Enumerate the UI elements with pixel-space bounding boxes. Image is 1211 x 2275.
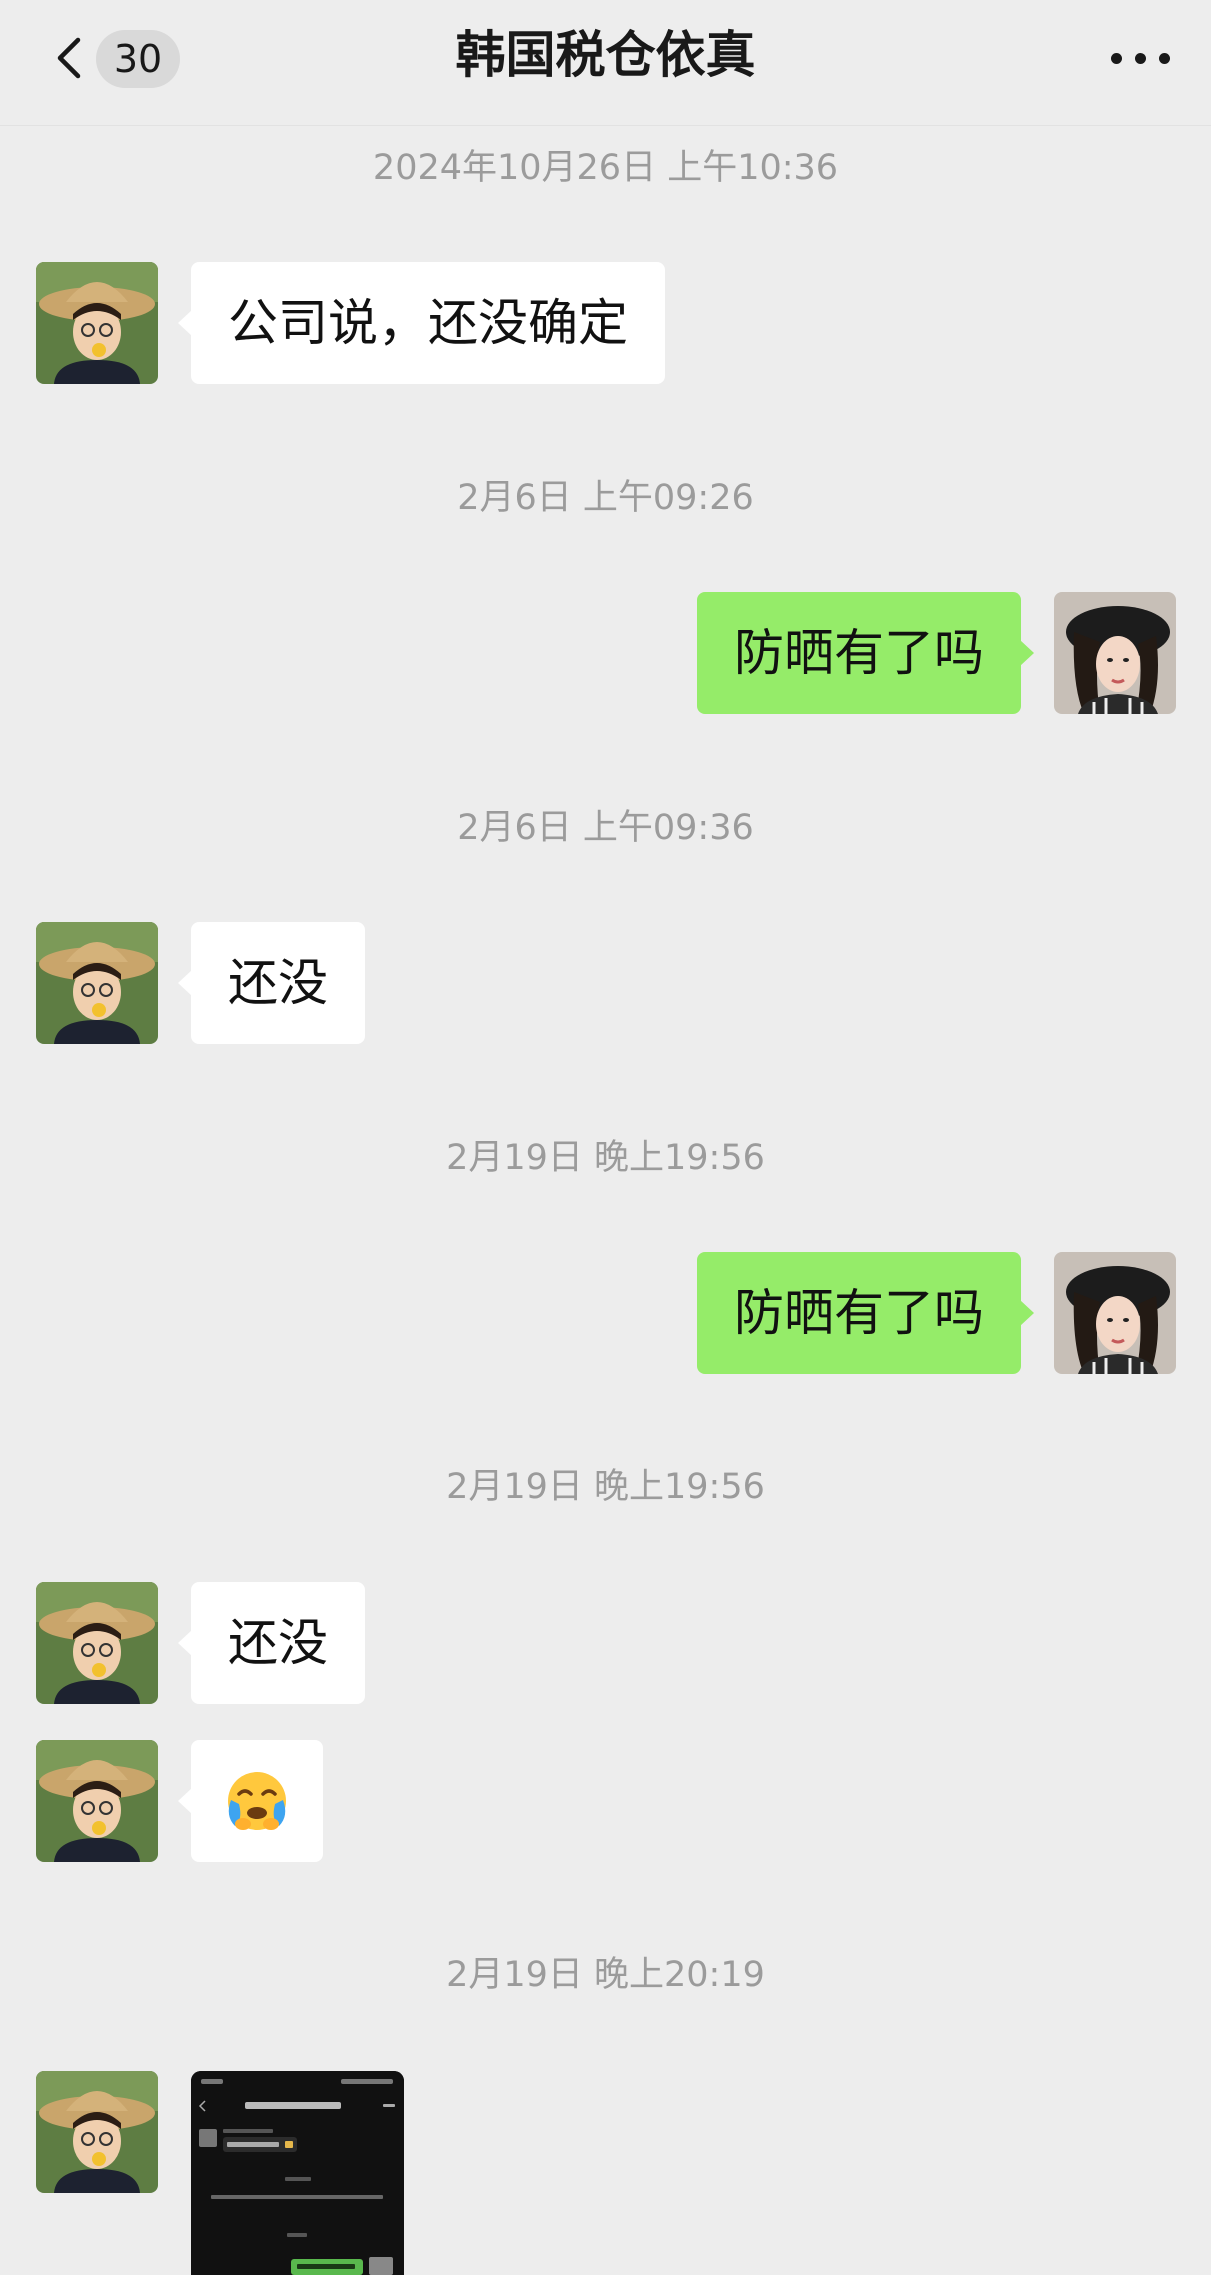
- incoming-sticker-bubble[interactable]: [178, 1740, 323, 1862]
- incoming-message-bubble[interactable]: 还没: [178, 1582, 365, 1704]
- my-avatar[interactable]: [1054, 1252, 1176, 1374]
- message-timestamp: 2月19日 晚上19:56: [446, 1467, 765, 1507]
- outgoing-message-bubble[interactable]: 防晒有了吗: [697, 592, 1034, 714]
- incoming-message-bubble[interactable]: 公司说，还没确定: [178, 262, 665, 384]
- more-horizontal-icon: [1111, 53, 1122, 64]
- contact-avatar[interactable]: [36, 922, 158, 1044]
- my-avatar[interactable]: [1054, 592, 1176, 714]
- message-timestamp: 2月6日 上午09:36: [457, 808, 754, 848]
- chat-title: 韩国税仓依真: [455, 26, 756, 84]
- chat-header: 30 韩国税仓依真: [0, 0, 1211, 126]
- message-timestamp: 2月19日 晚上19:56: [446, 1138, 765, 1178]
- outgoing-message-bubble[interactable]: 防晒有了吗: [697, 1252, 1034, 1374]
- more-options-button[interactable]: [1105, 30, 1175, 84]
- message-timestamp: 2024年10月26日 上午10:36: [372, 148, 839, 188]
- message-timestamp: 2月19日 晚上20:19: [446, 1955, 765, 1995]
- contact-avatar[interactable]: [36, 1582, 158, 1704]
- face-holding-back-tears-emoji: [228, 1772, 286, 1830]
- contact-avatar[interactable]: [36, 1740, 158, 1862]
- chat-screenshot-image: [191, 2071, 404, 2275]
- incoming-message-bubble[interactable]: 还没: [178, 922, 365, 1044]
- message-timestamp: 2月6日 上午09:26: [457, 478, 754, 518]
- contact-avatar[interactable]: [36, 262, 158, 384]
- contact-avatar[interactable]: [36, 2071, 158, 2193]
- incoming-image-message[interactable]: [191, 2071, 404, 2275]
